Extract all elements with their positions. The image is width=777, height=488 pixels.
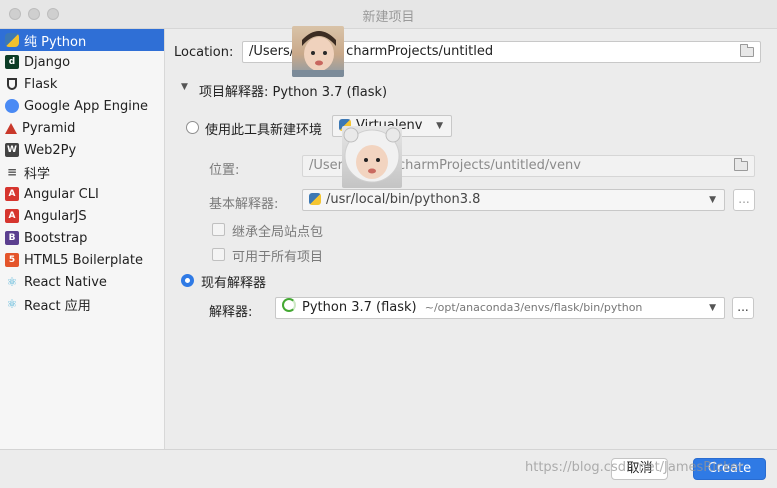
location-value-tail: charmProjects/untitled (346, 44, 494, 59)
available-all-projects-checkbox[interactable] (212, 248, 225, 261)
sidebar-item[interactable]: ⚛ React 应用 (0, 293, 164, 315)
sidebar-item[interactable]: A AngularJS (0, 205, 164, 227)
dialog-footer: 取消 Create https://blog.csdn.net/JamesRic… (0, 449, 777, 488)
sidebar-item-label: Bootstrap (24, 230, 88, 246)
sidebar-item-label: Angular CLI (24, 186, 99, 202)
overlay-photo (342, 126, 402, 188)
child-photo-icon (343, 127, 401, 183)
existing-interpreter-radio[interactable] (181, 274, 194, 287)
interpreter-name: Python 3.7 (flask) (302, 300, 417, 315)
sidebar-item[interactable]: A Angular CLI (0, 183, 164, 205)
interpreter-browse-button[interactable]: ... (732, 297, 754, 319)
venv-location-head: /User (309, 158, 344, 173)
sidebar-item[interactable]: B Bootstrap (0, 227, 164, 249)
python-icon (5, 33, 19, 47)
base-interpreter-label: 基本解释器: (209, 197, 279, 212)
inherit-global-packages-checkbox[interactable] (212, 223, 225, 236)
venv-location-label: 位置: (209, 163, 240, 178)
pyramid-icon (5, 122, 17, 134)
sidebar-item-label: React 应用 (24, 298, 91, 314)
folder-icon[interactable] (734, 158, 748, 171)
location-value-head: /Users/ (249, 44, 295, 59)
chevron-down-icon: ▼ (709, 195, 716, 205)
interpreter-label: 解释器: (209, 305, 253, 320)
sidebar-item[interactable]: 5 HTML5 Boilerplate (0, 249, 164, 271)
folder-icon[interactable] (740, 44, 754, 57)
django-icon: d (5, 55, 19, 69)
existing-interpreter-label: 现有解释器 (201, 276, 267, 291)
watermark: https://blog.csdn.net/JamesRicker (525, 460, 744, 475)
sidebar-item-label: 纯 Python (24, 34, 87, 50)
sidebar-item[interactable]: 纯 Python (0, 29, 164, 51)
sidebar-item-label: Django (24, 54, 71, 70)
available-all-projects-label: 可用于所有项目 (232, 250, 324, 265)
sidebar-item-label: 科学 (24, 166, 51, 182)
window-title: 新建项目 (362, 10, 415, 25)
html5-icon: 5 (5, 253, 19, 267)
flask-icon (7, 78, 17, 90)
scientific-icon: ≡ (6, 165, 18, 179)
sidebar-item-label: Web2Py (24, 142, 77, 158)
angular-icon: A (5, 187, 19, 201)
chevron-down-icon: ▼ (436, 121, 443, 131)
angularjs-icon: A (5, 209, 19, 223)
new-environment-radio[interactable] (186, 121, 199, 134)
interpreter-select[interactable]: Python 3.7 (flask) ~/opt/anaconda3/envs/… (275, 297, 725, 319)
project-settings-panel: Location: /Users/charmProjects/untitled … (165, 26, 777, 449)
interpreter-path: ~/opt/anaconda3/envs/flask/bin/python (424, 301, 643, 314)
sidebar-item[interactable]: W Web2Py (0, 139, 164, 161)
collapse-triangle-icon[interactable]: ▼ (181, 82, 188, 92)
sidebar-item[interactable]: ⚛ React Native (0, 271, 164, 293)
title-bar: 新建项目 (0, 0, 777, 29)
sidebar-item[interactable]: Flask (0, 73, 164, 95)
sidebar-item-label: Google App Engine (24, 98, 149, 114)
base-interpreter-select[interactable]: /usr/local/bin/python3.8 ▼ (302, 189, 725, 211)
bootstrap-icon: B (5, 231, 19, 245)
sidebar-item-label: Flask (24, 76, 58, 92)
sidebar-item[interactable]: Google App Engine (0, 95, 164, 117)
sidebar-item-label: React Native (24, 274, 107, 290)
new-environment-label: 使用此工具新建环境 (205, 123, 323, 138)
inherit-global-packages-label: 继承全局站点包 (232, 225, 324, 240)
sidebar-item-label: AngularJS (24, 208, 87, 224)
sidebar-item-label: HTML5 Boilerplate (24, 252, 143, 268)
venv-location-tail: charmProjects/untitled/venv (398, 158, 581, 173)
location-label: Location: (174, 45, 234, 60)
python-icon (309, 193, 321, 205)
sidebar-item[interactable]: Pyramid (0, 117, 164, 139)
react-icon: ⚛ (6, 297, 18, 311)
sidebar-item[interactable]: d Django (0, 51, 164, 73)
sidebar-item-label: Pyramid (22, 120, 76, 136)
base-interpreter-value: /usr/local/bin/python3.8 (326, 192, 481, 207)
project-type-sidebar: 纯 Python d Django Flask Google App Engine Pyr… (0, 29, 165, 449)
sidebar-item[interactable]: ≡ 科学 (0, 161, 164, 183)
overlay-photo (292, 26, 344, 77)
google-app-engine-icon (5, 99, 19, 113)
web2py-icon: W (5, 143, 19, 157)
chevron-down-icon: ▼ (709, 303, 716, 313)
react-icon: ⚛ (6, 275, 18, 289)
base-interpreter-browse-button[interactable]: ... (733, 189, 755, 211)
interpreter-section-header[interactable]: 项目解释器: Python 3.7 (flask) (199, 81, 387, 100)
conda-icon (282, 298, 296, 312)
child-photo-icon (292, 31, 344, 77)
